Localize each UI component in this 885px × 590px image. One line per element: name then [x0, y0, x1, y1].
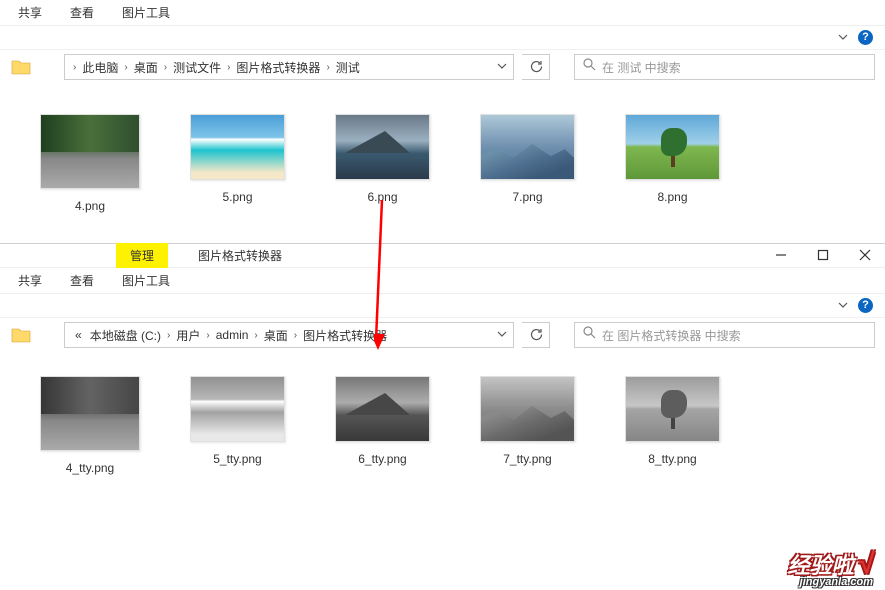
- address-bar-row: ↑ « 本地磁盘 (C:) › 用户 › admin › 桌面 › 图片格式转换…: [0, 318, 885, 352]
- breadcrumb-item[interactable]: 桌面: [130, 59, 162, 76]
- maximize-button[interactable]: [817, 248, 831, 262]
- ribbon-tabs: 共享 查看 图片工具: [0, 268, 885, 294]
- close-button[interactable]: [859, 248, 873, 262]
- dropdown-icon[interactable]: [497, 328, 507, 342]
- tab-view[interactable]: 查看: [70, 4, 94, 21]
- file-thumbnail: [625, 114, 720, 180]
- help-icon[interactable]: ?: [858, 30, 873, 45]
- explorer-window-top: 共享 查看 图片工具 ? ↑ › 此电脑 › 桌面 › 测试文件 › 图片格式转…: [0, 0, 885, 243]
- chevron-icon: ›: [165, 330, 172, 341]
- file-item[interactable]: 7_tty.png: [480, 376, 575, 475]
- file-thumbnail: [625, 376, 720, 442]
- help-row: ?: [0, 294, 885, 318]
- chevron-icon: ›: [225, 62, 232, 73]
- tab-view[interactable]: 查看: [70, 272, 94, 289]
- ribbon-tabs: 共享 查看 图片工具: [0, 0, 885, 26]
- address-bar-row: ↑ › 此电脑 › 桌面 › 测试文件 › 图片格式转换器 › 测试 在 测试 …: [0, 50, 885, 84]
- folder-icon: [10, 324, 32, 346]
- file-thumbnail: [190, 114, 285, 180]
- breadcrumb-item[interactable]: 此电脑: [78, 59, 122, 76]
- file-list: 4.png 5.png 6.png 7.png 8.png: [0, 84, 885, 243]
- breadcrumb-item[interactable]: 本地磁盘 (C:): [86, 327, 165, 344]
- chevron-icon: ›: [71, 62, 78, 73]
- breadcrumb-item[interactable]: admin: [212, 328, 253, 342]
- file-thumbnail: [480, 376, 575, 442]
- expand-ribbon-icon[interactable]: [838, 297, 848, 315]
- file-item[interactable]: 6_tty.png: [335, 376, 430, 475]
- file-thumbnail: [335, 114, 430, 180]
- file-thumbnail: [480, 114, 575, 180]
- file-name: 7_tty.png: [503, 452, 551, 466]
- breadcrumb-item[interactable]: 图片格式转换器: [299, 327, 391, 344]
- chevron-icon: ›: [324, 62, 331, 73]
- breadcrumb-item[interactable]: 测试文件: [169, 59, 225, 76]
- file-name: 7.png: [512, 190, 542, 204]
- file-thumbnail: [40, 376, 140, 451]
- file-item[interactable]: 5_tty.png: [190, 376, 285, 475]
- search-box[interactable]: 在 图片格式转换器 中搜索: [574, 322, 875, 348]
- title-bar: 管理 图片格式转换器: [0, 244, 885, 268]
- file-name: 8_tty.png: [648, 452, 696, 466]
- checkmark-icon: √: [858, 548, 873, 579]
- chevron-icon: ›: [122, 62, 129, 73]
- expand-ribbon-icon[interactable]: [838, 29, 848, 47]
- minimize-button[interactable]: [775, 248, 789, 262]
- search-icon: [583, 326, 596, 344]
- breadcrumb-item[interactable]: 图片格式转换器: [232, 59, 324, 76]
- breadcrumb-prefix: «: [71, 328, 86, 342]
- file-item[interactable]: 7.png: [480, 114, 575, 213]
- breadcrumb[interactable]: « 本地磁盘 (C:) › 用户 › admin › 桌面 › 图片格式转换器: [64, 322, 514, 348]
- search-placeholder: 在 测试 中搜索: [602, 59, 681, 76]
- breadcrumb-item[interactable]: 桌面: [260, 327, 292, 344]
- breadcrumb-item[interactable]: 用户: [172, 327, 204, 344]
- dropdown-icon[interactable]: [497, 60, 507, 74]
- search-icon: [583, 58, 596, 76]
- explorer-window-bottom: 管理 图片格式转换器 共享 查看 图片工具 ? ↑ « 本地磁盘 (C:) › …: [0, 244, 885, 505]
- folder-icon: [10, 56, 32, 78]
- breadcrumb[interactable]: › 此电脑 › 桌面 › 测试文件 › 图片格式转换器 › 测试: [64, 54, 514, 80]
- search-box[interactable]: 在 测试 中搜索: [574, 54, 875, 80]
- refresh-button[interactable]: [522, 54, 550, 80]
- file-name: 5_tty.png: [213, 452, 261, 466]
- file-name: 4.png: [75, 199, 105, 213]
- watermark-url: jingyanla.com: [800, 576, 873, 588]
- search-placeholder: 在 图片格式转换器 中搜索: [602, 327, 741, 344]
- file-item[interactable]: 6.png: [335, 114, 430, 213]
- help-icon[interactable]: ?: [858, 298, 873, 313]
- chevron-icon: ›: [292, 330, 299, 341]
- file-name: 5.png: [222, 190, 252, 204]
- window-title: 图片格式转换器: [198, 247, 282, 264]
- file-thumbnail: [190, 376, 285, 442]
- chevron-icon: ›: [204, 330, 211, 341]
- tab-share[interactable]: 共享: [18, 272, 42, 289]
- file-thumbnail: [40, 114, 140, 189]
- breadcrumb-item[interactable]: 测试: [332, 59, 364, 76]
- file-name: 6.png: [367, 190, 397, 204]
- tab-picture-tools[interactable]: 图片工具: [122, 272, 170, 289]
- file-name: 8.png: [657, 190, 687, 204]
- refresh-button[interactable]: [522, 322, 550, 348]
- chevron-icon: ›: [162, 62, 169, 73]
- tab-picture-tools[interactable]: 图片工具: [122, 4, 170, 21]
- file-name: 4_tty.png: [66, 461, 114, 475]
- file-item[interactable]: 4_tty.png: [40, 376, 140, 475]
- file-item[interactable]: 8.png: [625, 114, 720, 213]
- manage-tab[interactable]: 管理: [116, 243, 168, 268]
- window-controls: [775, 248, 873, 262]
- chevron-icon: ›: [252, 330, 259, 341]
- file-item[interactable]: 8_tty.png: [625, 376, 720, 475]
- file-item[interactable]: 5.png: [190, 114, 285, 213]
- file-thumbnail: [335, 376, 430, 442]
- help-row: ?: [0, 26, 885, 50]
- file-name: 6_tty.png: [358, 452, 406, 466]
- file-list: 4_tty.png 5_tty.png 6_tty.png 7_tty.png 8_tt…: [0, 352, 885, 505]
- file-item[interactable]: 4.png: [40, 114, 140, 213]
- tab-share[interactable]: 共享: [18, 4, 42, 21]
